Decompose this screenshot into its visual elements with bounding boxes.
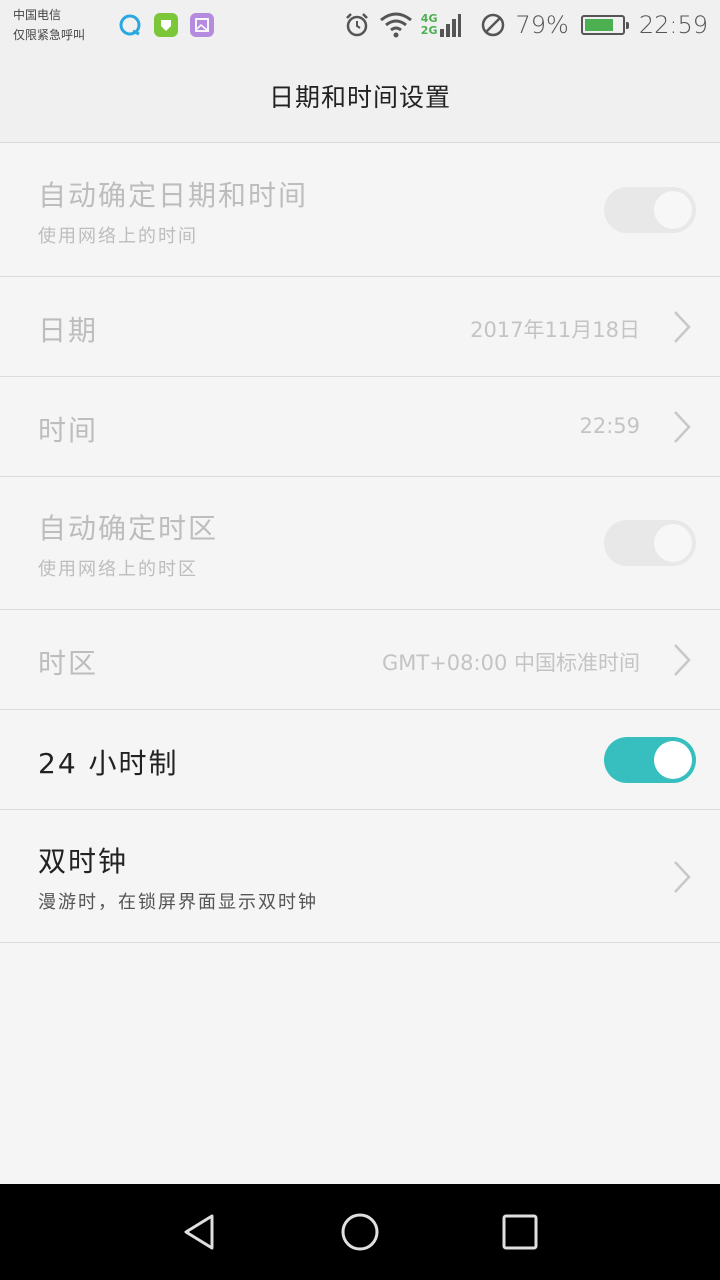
browser-icon [119, 14, 141, 36]
gallery-app-icon [190, 13, 214, 37]
status-clock: 22:59 [638, 11, 708, 39]
setting-date[interactable]: 日期 2017年11月18日 [0, 277, 720, 377]
no-disturb-icon [482, 13, 505, 37]
toggle-knob [654, 741, 692, 779]
settings-list: 自动确定日期和时间 使用网络上的时间 日期 2017年11月18日 时间 22:… [0, 144, 720, 943]
back-icon[interactable] [180, 1212, 220, 1252]
recent-apps-icon[interactable] [500, 1212, 540, 1252]
setting-title: 24 小时制 [38, 747, 179, 780]
date-value: 2017年11月18日 [470, 318, 640, 342]
setting-auto-timezone[interactable]: 自动确定时区 使用网络上的时区 [0, 477, 720, 610]
auto-datetime-toggle[interactable] [604, 187, 696, 233]
setting-title: 时区 [38, 647, 99, 680]
network-type: 4G 2G [421, 13, 438, 37]
setting-timezone[interactable]: 时区 GMT+08:00 中国标准时间 [0, 610, 720, 710]
network-2g-label: 2G [420, 24, 438, 37]
chevron-right-icon [674, 311, 691, 343]
setting-24-hour[interactable]: 24 小时制 [0, 710, 720, 810]
setting-title: 自动确定时区 [38, 512, 219, 545]
battery-fill [584, 19, 614, 31]
chevron-right-icon [674, 411, 691, 443]
battery-icon [580, 15, 629, 35]
carrier-name: 中国电信 [13, 8, 62, 22]
signal-icon [440, 14, 462, 37]
setting-time[interactable]: 时间 22:59 [0, 377, 720, 477]
setting-subtitle: 使用网络上的时区 [38, 559, 198, 580]
time-value: 22:59 [579, 414, 640, 438]
auto-timezone-toggle[interactable] [604, 520, 696, 566]
status-indicators: 4G 2G 79% 22:59 [343, 0, 708, 50]
toggle-knob [654, 191, 692, 229]
chevron-right-icon [674, 644, 691, 676]
carrier-info: 中国电信 仅限紧急呼叫 [13, 5, 85, 45]
page-title: 日期和时间设置 [268, 83, 451, 112]
carrier-status: 仅限紧急呼叫 [13, 28, 86, 42]
setting-title: 时间 [38, 414, 99, 447]
toggle-knob [654, 524, 692, 562]
setting-auto-datetime[interactable]: 自动确定日期和时间 使用网络上的时间 [0, 144, 720, 277]
setting-title: 双时钟 [38, 845, 129, 878]
setting-title: 自动确定日期和时间 [38, 179, 309, 212]
home-icon[interactable] [340, 1212, 380, 1252]
setting-subtitle: 漫游时，在锁屏界面显示双时钟 [38, 892, 318, 913]
setting-dual-clock[interactable]: 双时钟 漫游时，在锁屏界面显示双时钟 [0, 810, 720, 943]
battery-percent: 79% [515, 11, 569, 39]
navigation-bar [0, 1184, 720, 1280]
wifi-icon [379, 12, 412, 38]
chevron-right-icon [674, 861, 691, 893]
title-bar: 日期和时间设置 [0, 50, 720, 143]
shield-app-icon [154, 13, 178, 37]
setting-subtitle: 使用网络上的时间 [38, 226, 198, 247]
status-bar: 中国电信 仅限紧急呼叫 4G 2G 79% 22:59 [0, 0, 720, 50]
setting-title: 日期 [38, 314, 99, 347]
timezone-value: GMT+08:00 中国标准时间 [381, 651, 640, 675]
alarm-icon [345, 13, 368, 37]
hour24-toggle[interactable] [604, 737, 696, 783]
